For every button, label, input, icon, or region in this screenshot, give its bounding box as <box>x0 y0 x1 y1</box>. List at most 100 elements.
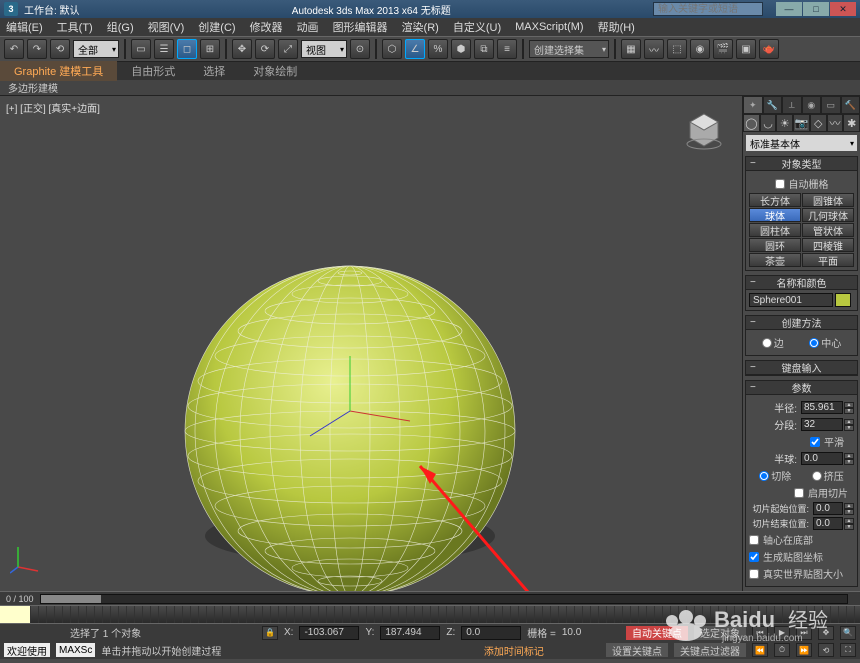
helpers-subtab[interactable]: ◇ <box>810 114 827 132</box>
slice-on-checkbox[interactable] <box>794 488 804 498</box>
utilities-tab[interactable]: 🔨 <box>841 96 860 114</box>
material-button[interactable]: ◉ <box>690 39 710 59</box>
obj-torus[interactable]: 圆环 <box>749 238 801 252</box>
viewport-label[interactable]: [+] [正交] [真实+边面] <box>6 100 100 115</box>
rollout-header-object-type[interactable]: 对象类型 <box>746 157 857 171</box>
schematic-button[interactable]: ⬚ <box>667 39 687 59</box>
rollout-header-method[interactable]: 创建方法 <box>746 316 857 330</box>
goto-start-button[interactable]: ⏪ <box>752 643 768 657</box>
nav-orbit-button[interactable]: ⟲ <box>818 643 834 657</box>
x-coord[interactable]: -103.067 <box>299 626 359 640</box>
viewport-canvas[interactable] <box>0 96 742 591</box>
hemi-down[interactable]: ▼ <box>844 459 854 465</box>
hemisphere-input[interactable] <box>801 452 843 465</box>
align-button[interactable]: ≡ <box>497 39 517 59</box>
select-name-button[interactable]: ☰ <box>154 39 174 59</box>
systems-subtab[interactable]: ✱ <box>843 114 860 132</box>
ribbon-tab-graphite[interactable]: Graphite 建模工具 <box>0 61 117 81</box>
real-world-checkbox[interactable] <box>749 569 759 579</box>
goto-end-button[interactable]: ⏩ <box>796 643 812 657</box>
segments-down[interactable]: ▼ <box>844 425 854 431</box>
add-time-tag[interactable]: 添加时间标记 <box>484 643 544 658</box>
viewport[interactable]: [+] [正交] [真实+边面] <box>0 96 742 591</box>
nav-max-button[interactable]: ⛶ <box>840 643 856 657</box>
shapes-subtab[interactable]: ◡ <box>760 114 777 132</box>
ribbon-subpanel[interactable]: 多边形建模 <box>0 80 860 96</box>
radio-edge[interactable]: 边 <box>762 335 784 350</box>
nav-zoom-button[interactable]: 🔍 <box>840 626 856 640</box>
radius-down[interactable]: ▼ <box>844 408 854 414</box>
display-tab[interactable]: ▭ <box>821 96 841 114</box>
spinner-snap-button[interactable]: ⬢ <box>451 39 471 59</box>
prev-key-button[interactable]: ⏮ <box>752 626 768 640</box>
ribbon-tab-freeform[interactable]: 自由形式 <box>117 61 189 81</box>
lock-button[interactable]: 🔒 <box>262 626 278 640</box>
next-key-button[interactable]: ⏭ <box>796 626 812 640</box>
radius-input[interactable] <box>801 401 843 414</box>
window-crossing-button[interactable]: ⊞ <box>200 39 220 59</box>
obj-geosphere[interactable]: 几何球体 <box>802 208 854 222</box>
spacewarps-subtab[interactable]: 〰 <box>827 114 844 132</box>
menu-maxscript[interactable]: MAXScript(M) <box>515 21 583 33</box>
menu-graph[interactable]: 图形编辑器 <box>333 19 388 35</box>
rollout-header-keyboard[interactable]: 键盘输入 <box>746 361 857 375</box>
ribbon-tab-paint[interactable]: 对象绘制 <box>239 61 311 81</box>
selection-filter[interactable]: 全部 <box>73 40 119 58</box>
menu-help[interactable]: 帮助(H) <box>598 19 635 35</box>
layer-button[interactable]: ▦ <box>621 39 641 59</box>
obj-cone[interactable]: 圆锥体 <box>802 193 854 207</box>
angle-snap-button[interactable]: ∠ <box>405 39 425 59</box>
track-toggle[interactable] <box>0 606 30 623</box>
hierarchy-tab[interactable]: ⟂ <box>782 96 802 114</box>
ribbon-tab-selection[interactable]: 选择 <box>189 61 239 81</box>
radio-center[interactable]: 中心 <box>809 335 841 350</box>
autogrid-checkbox[interactable] <box>775 179 785 189</box>
viewcube[interactable] <box>684 110 724 150</box>
gen-coords-checkbox[interactable] <box>749 552 759 562</box>
cameras-subtab[interactable]: 📷 <box>793 114 810 132</box>
mirror-button[interactable]: ⧉ <box>474 39 494 59</box>
link-button[interactable]: ⟲ <box>50 39 70 59</box>
modify-tab[interactable]: 🔧 <box>763 96 783 114</box>
time-config-button[interactable]: ⏱ <box>774 643 790 657</box>
select-button[interactable]: ▭ <box>131 39 151 59</box>
obj-sphere[interactable]: 球体 <box>749 208 801 222</box>
rotate-button[interactable]: ⟳ <box>255 39 275 59</box>
menu-edit[interactable]: 编辑(E) <box>6 19 43 35</box>
move-button[interactable]: ✥ <box>232 39 252 59</box>
selected-button[interactable]: 选定对象 <box>694 626 746 640</box>
menu-customize[interactable]: 自定义(U) <box>453 19 501 35</box>
redo-button[interactable]: ↷ <box>27 39 47 59</box>
lights-subtab[interactable]: ☀ <box>776 114 793 132</box>
select-region-button[interactable]: ◻ <box>177 39 197 59</box>
z-coord[interactable]: 0.0 <box>461 626 521 640</box>
menu-animation[interactable]: 动画 <box>297 19 319 35</box>
time-slider-handle[interactable] <box>41 595 101 603</box>
set-key-button[interactable]: 设置关键点 <box>606 643 668 657</box>
welcome-tab[interactable]: 欢迎使用 <box>4 643 50 657</box>
scale-button[interactable]: ⤢ <box>278 39 298 59</box>
obj-box[interactable]: 长方体 <box>749 193 801 207</box>
render-button[interactable]: 🫖 <box>759 39 779 59</box>
key-filter-button[interactable]: 关键点过滤器 <box>674 643 746 657</box>
obj-cylinder[interactable]: 圆柱体 <box>749 223 801 237</box>
time-slider[interactable]: 0 / 100 <box>0 591 860 605</box>
category-dropdown[interactable]: 标准基本体 <box>746 135 857 151</box>
obj-teapot[interactable]: 茶壶 <box>749 253 801 267</box>
menu-view[interactable]: 视图(V) <box>148 19 185 35</box>
menu-create[interactable]: 创建(C) <box>198 19 235 35</box>
help-search-input[interactable] <box>653 2 763 16</box>
obj-tube[interactable]: 管状体 <box>802 223 854 237</box>
menu-modifiers[interactable]: 修改器 <box>250 19 283 35</box>
obj-plane[interactable]: 平面 <box>802 253 854 267</box>
menu-group[interactable]: 组(G) <box>107 19 134 35</box>
ref-coord-system[interactable]: 视图 <box>301 40 347 58</box>
menu-tools[interactable]: 工具(T) <box>57 19 93 35</box>
close-button[interactable]: ✕ <box>830 2 856 16</box>
pivot-button[interactable]: ⊙ <box>350 39 370 59</box>
y-coord[interactable]: 187.494 <box>380 626 440 640</box>
radio-squash[interactable]: 挤压 <box>812 468 844 483</box>
menu-render[interactable]: 渲染(R) <box>402 19 439 35</box>
app-logo[interactable]: 3 <box>4 2 18 16</box>
render-frame-button[interactable]: ▣ <box>736 39 756 59</box>
